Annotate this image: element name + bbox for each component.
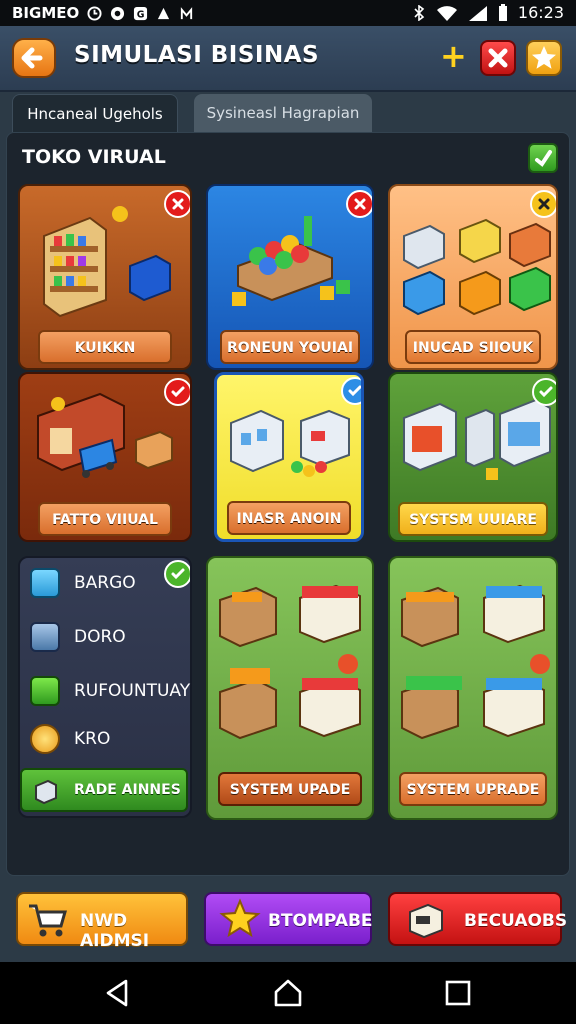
card-systsm[interactable]: SYSTSM UUIARE bbox=[388, 372, 558, 542]
back-nav-icon[interactable] bbox=[104, 978, 132, 1008]
card-roneun[interactable]: RONEUN YOUIAI bbox=[206, 184, 374, 370]
status-right: 16:23 bbox=[412, 3, 564, 22]
blue-cube-icon bbox=[30, 568, 60, 598]
close-icon bbox=[488, 48, 508, 68]
computer-terminals-illustration bbox=[403, 398, 551, 480]
list-item-label: BARGO bbox=[74, 573, 136, 593]
market-stall-illustration bbox=[232, 216, 350, 306]
inventory-button[interactable]: BECUAOBS bbox=[388, 892, 567, 946]
status-bar: BIGMEO G 16:23 bbox=[0, 0, 576, 26]
check-icon bbox=[539, 386, 553, 398]
green-cube-icon bbox=[30, 676, 60, 706]
confirm-button[interactable] bbox=[528, 143, 558, 173]
card-upade-left[interactable]: SYSTEM UPADE bbox=[206, 556, 374, 820]
status-badge bbox=[164, 190, 190, 218]
status-carrier: BIGMEO bbox=[12, 4, 80, 22]
shops-illustration bbox=[219, 584, 361, 740]
notification-icon-2 bbox=[181, 6, 193, 19]
svg-text:G: G bbox=[137, 9, 145, 20]
check-icon bbox=[535, 150, 552, 167]
button-label: NWD AIDMSI bbox=[80, 911, 150, 951]
page-title: SIMULASI BISINAS bbox=[74, 42, 320, 68]
shops-illustration bbox=[403, 218, 551, 316]
card-label: KUIKKN bbox=[38, 330, 172, 364]
new-admin-button[interactable]: NWD AIDMSI bbox=[16, 892, 188, 951]
bluetooth-icon bbox=[414, 4, 425, 21]
top-bar: SIMULASI BISINAS + bbox=[0, 26, 576, 92]
card-label: SYSTEM UPRADE bbox=[399, 772, 547, 806]
status-badge bbox=[532, 378, 556, 406]
list-action-label: RADE AINNES bbox=[74, 782, 181, 798]
card-upade-right[interactable]: SYSTEM UPRADE bbox=[388, 556, 558, 820]
button-label: BECUAOBS bbox=[464, 911, 568, 931]
navigation-bar bbox=[0, 962, 576, 1024]
notification-icon bbox=[158, 7, 170, 19]
favorite-button[interactable] bbox=[526, 40, 562, 76]
tower-icon bbox=[30, 622, 60, 652]
back-button[interactable] bbox=[12, 38, 56, 78]
star-icon bbox=[532, 46, 556, 69]
close-icon bbox=[538, 198, 550, 210]
add-button[interactable]: + bbox=[440, 40, 467, 72]
status-time: 16:23 bbox=[517, 3, 564, 22]
coin-icon bbox=[30, 724, 60, 754]
home-nav-icon[interactable] bbox=[273, 978, 303, 1008]
check-icon bbox=[171, 568, 185, 580]
list-action-button[interactable]: RADE AINNES bbox=[20, 768, 188, 812]
status-badge bbox=[341, 377, 361, 405]
status-badge bbox=[346, 190, 372, 218]
check-icon bbox=[171, 386, 185, 398]
star-icon bbox=[219, 898, 261, 938]
status-badge bbox=[164, 560, 190, 588]
list-item[interactable]: BARGO bbox=[30, 566, 136, 600]
wifi-icon bbox=[436, 5, 457, 21]
battery-icon bbox=[498, 3, 507, 21]
card-label: SYSTSM UUIARE bbox=[398, 502, 548, 536]
card-fatto[interactable]: FATTO VIIUAL bbox=[18, 372, 192, 542]
close-icon bbox=[354, 198, 366, 210]
signal-icon bbox=[468, 5, 487, 21]
box-icon bbox=[409, 903, 443, 939]
card-kuikkn[interactable]: KUIKKN bbox=[18, 184, 192, 370]
list-item-label: RUFOUNTUAY bbox=[74, 681, 191, 701]
list-item[interactable]: KRO bbox=[30, 722, 110, 756]
list-item[interactable]: DORO bbox=[30, 620, 126, 654]
card-label: INASR ANOIN bbox=[227, 501, 351, 535]
check-icon bbox=[348, 385, 361, 397]
shops-illustration bbox=[401, 584, 550, 740]
card-label: FATTO VIIUAL bbox=[38, 502, 172, 536]
tab-system[interactable]: Sysineasl Hagrapian bbox=[194, 94, 372, 132]
clock-icon bbox=[87, 5, 102, 21]
recents-nav-icon[interactable] bbox=[445, 980, 471, 1006]
card-inucad[interactable]: INUCAD SIIOUK bbox=[388, 184, 558, 370]
arrow-left-icon bbox=[21, 47, 43, 69]
card-inasr[interactable]: INASR ANOIN bbox=[214, 372, 364, 542]
card-label: RONEUN YOUIAI bbox=[220, 330, 360, 364]
tab-business[interactable]: Hncaneal Ugehols bbox=[12, 94, 178, 132]
button-label: BTOMPABE bbox=[268, 911, 373, 931]
status-badge bbox=[530, 190, 556, 218]
app-icon: G bbox=[134, 6, 148, 20]
card-label: INUCAD SIIOUK bbox=[405, 330, 541, 364]
list-item[interactable]: RUFOUNTUAY bbox=[30, 674, 190, 708]
list-item-label: DORO bbox=[74, 627, 126, 647]
box-icon bbox=[35, 779, 57, 805]
card-label: SYSTEM UPADE bbox=[218, 772, 362, 806]
panel-title: TOKO VIRUAL bbox=[22, 146, 166, 168]
list-item-label: KRO bbox=[74, 729, 111, 749]
status-badge bbox=[164, 378, 190, 406]
shopping-cart-icon bbox=[29, 904, 67, 937]
close-button[interactable] bbox=[480, 40, 516, 76]
store-shelf-illustration bbox=[43, 206, 171, 318]
status-left: BIGMEO G bbox=[12, 4, 194, 22]
settings-icon bbox=[111, 6, 125, 20]
close-icon bbox=[172, 198, 184, 210]
bonus-button[interactable]: BTOMPABE bbox=[204, 892, 373, 946]
